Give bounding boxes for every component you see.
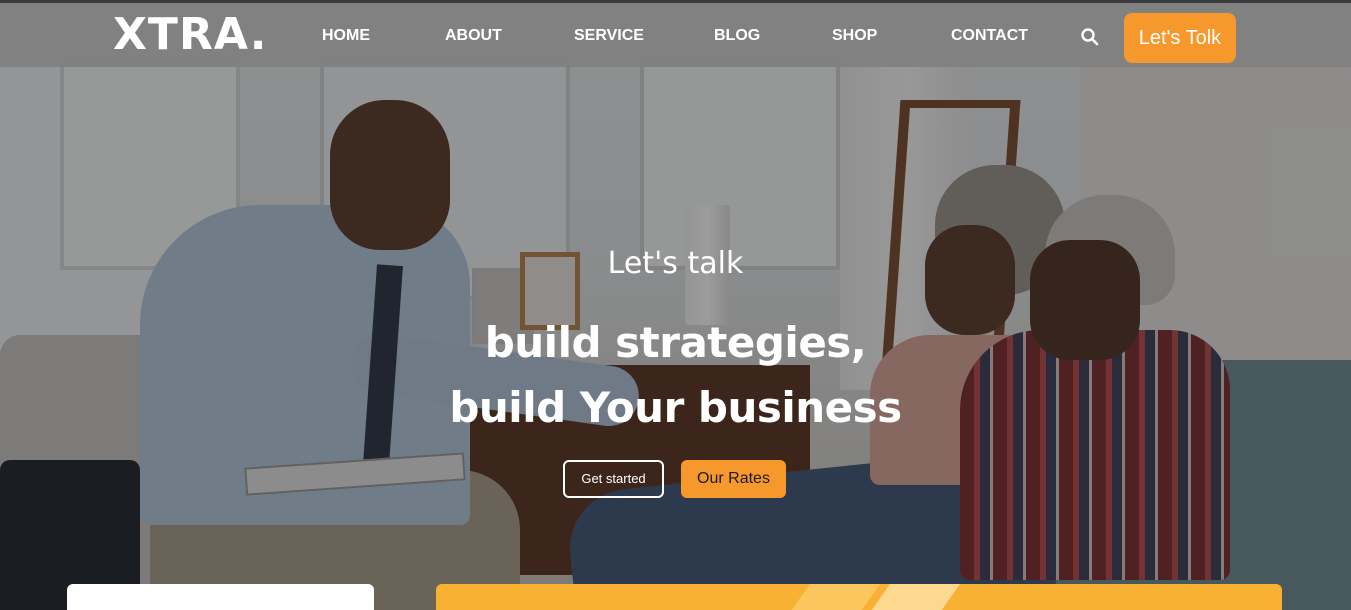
nav-contact[interactable]: CONTACT — [951, 27, 1028, 45]
nav-shop[interactable]: SHOP — [832, 27, 877, 45]
nav-about[interactable]: ABOUT — [445, 27, 502, 45]
hero-overlay — [0, 0, 1351, 610]
lets-talk-button[interactable]: Let's Tolk — [1124, 13, 1236, 63]
get-started-button[interactable]: Get started — [563, 460, 664, 498]
nav-home[interactable]: HOME — [322, 27, 370, 45]
feature-card-orange — [436, 584, 1282, 610]
our-rates-button[interactable]: Our Rates — [681, 460, 786, 498]
feature-card-white — [67, 584, 374, 610]
nav-blog[interactable]: BLOG — [714, 27, 760, 45]
hero-headline-line2: build Your business — [449, 383, 902, 432]
hero-headline-line1: build strategies, — [484, 318, 867, 367]
search-icon[interactable] — [1080, 27, 1100, 47]
hero-eyebrow: Let's talk — [607, 246, 744, 281]
decorative-stripe — [774, 584, 888, 610]
logo[interactable]: XTRA. — [113, 10, 267, 60]
site-header: XTRA. HOME ABOUT SERVICE BLOG SHOP CONTA… — [0, 0, 1351, 67]
nav-service[interactable]: SERVICE — [574, 27, 644, 45]
hero-background-image — [0, 0, 1351, 610]
